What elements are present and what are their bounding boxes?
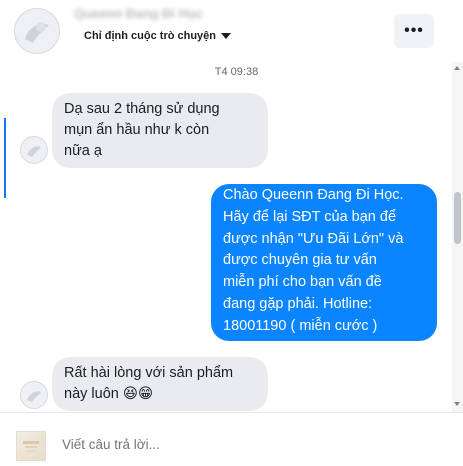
message-line: được chuyên gia tư vấn [223,252,377,269]
more-dots-icon: ••• [404,22,424,39]
contact-name[interactable]: Queenn Đang Đi Học [74,6,234,24]
message-line: Hãy để lại SĐT của bạn để [223,208,397,225]
sender-avatar [20,381,48,409]
page-thumbnail [16,431,46,461]
message-line: mụn ẩn hầu như k còn [64,122,210,138]
scrollbar-thumb[interactable] [454,192,461,244]
reply-input[interactable] [62,437,422,452]
active-conversation-indicator [4,118,6,198]
nicknames-dropdown[interactable]: Chỉ định cuộc trò chuyện [84,30,232,42]
contact-avatar[interactable] [14,8,60,54]
conversation-header: Queenn Đang Đi Học Chỉ định cuộc trò chu… [0,0,463,63]
scrollbar[interactable] [452,62,463,412]
incoming-message[interactable]: Dạ sau 2 tháng sử dụng mụn ẩn hầu như k … [52,93,268,168]
reply-composer [0,412,463,466]
nicknames-label: Chỉ định cuộc trò chuyện [84,30,217,42]
message-line: miễn phí cho bạn vấn đề [223,274,382,291]
message-line: nữa ạ [64,143,102,159]
outgoing-message[interactable]: Chào Queenn Đang Đi Học. Hãy để lại SĐT … [211,184,437,341]
incoming-message[interactable]: Rất hài lòng với sản phẩm này luôn 😆😁 [52,357,268,411]
message-line: Rất hài lòng với sản phẩm [64,365,234,381]
scroll-down-arrow-icon[interactable] [454,402,460,406]
message-line: này luôn 😆😁 [64,386,154,402]
message-line: 18001190 ( miễn cước ) [223,317,378,334]
message-line: Chào Queenn Đang Đi Học. [223,187,404,203]
message-line: Dạ sau 2 tháng sử dụng [64,101,220,117]
message-timestamp: T4 09:38 [214,66,259,78]
message-line: được nhận "Ưu Đãi Lớn" và [223,230,404,247]
sender-avatar [20,136,48,164]
caret-down-icon [221,33,232,39]
message-line: đang gặp phải. Hotline: [223,295,373,312]
scroll-up-arrow-icon[interactable] [454,66,460,70]
more-options-button[interactable]: ••• [394,14,434,48]
